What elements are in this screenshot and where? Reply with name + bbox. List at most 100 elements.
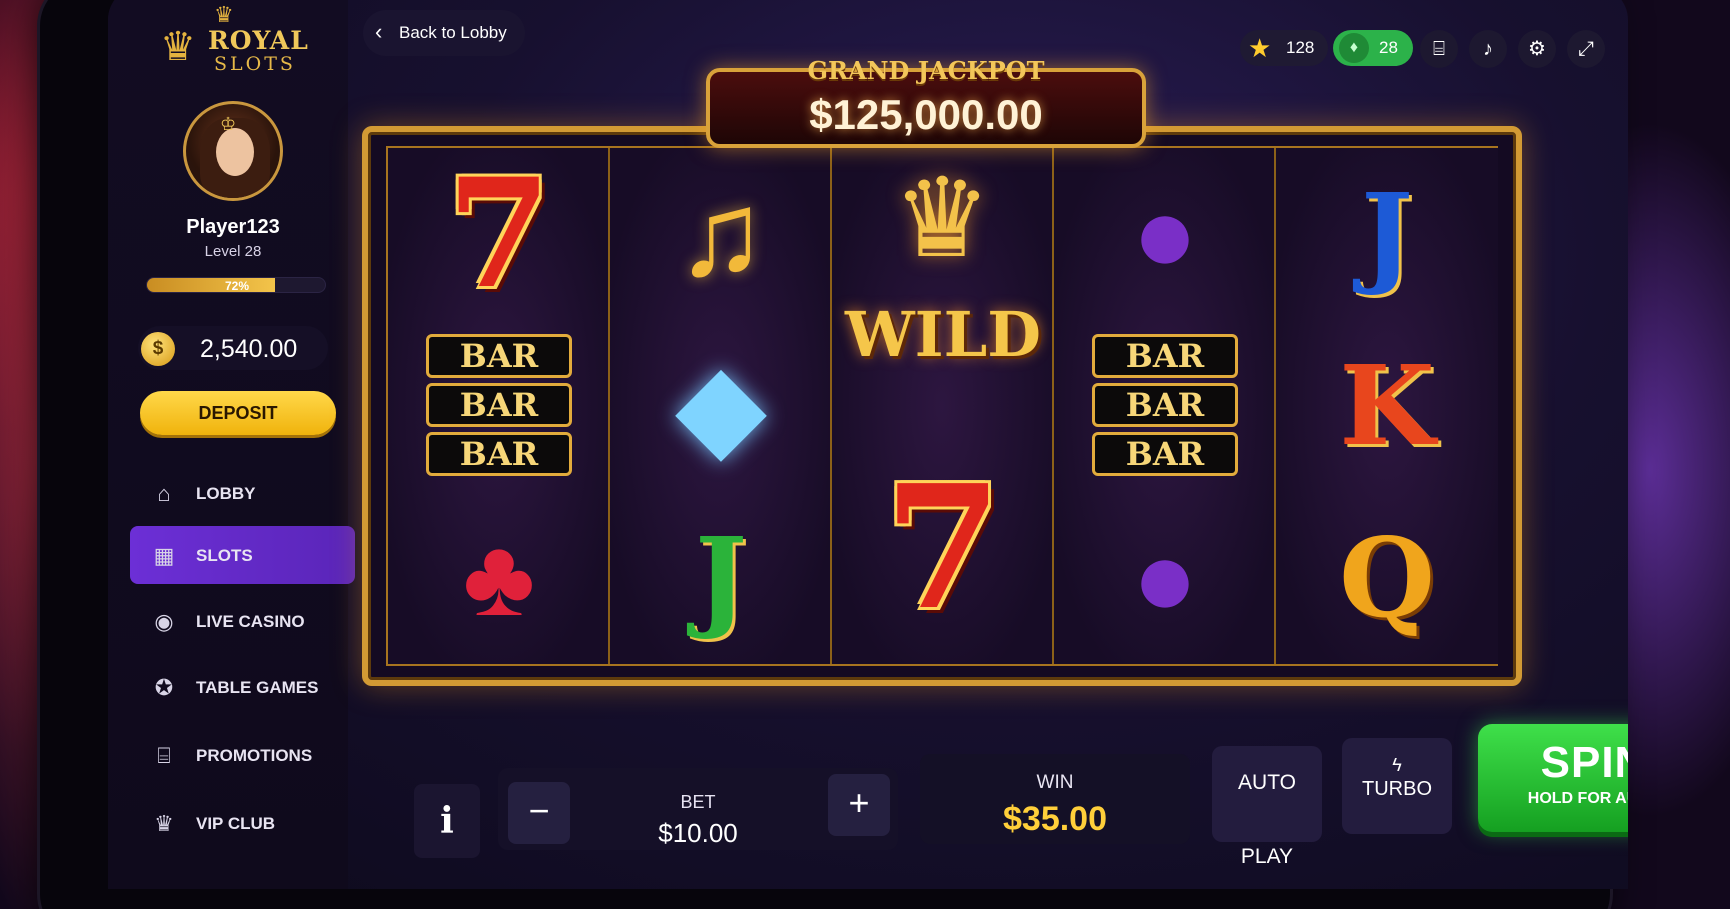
gift-button[interactable]: ⌸ — [1420, 30, 1458, 68]
nav-label: TABLE GAMES — [196, 678, 319, 697]
nav-item-slots[interactable]: ▦ SLOTS — [130, 526, 355, 584]
stars-counter[interactable]: ★ 128 — [1240, 30, 1328, 66]
bet-value: $10.00 — [658, 818, 738, 848]
wild-symbol: ♛ WILD — [832, 148, 1054, 398]
win-display: WIN $35.00 — [920, 754, 1190, 844]
bar-stack: BAR BAR BAR — [1092, 334, 1238, 481]
turbo-button[interactable]: ϟ TURBO — [1342, 738, 1452, 834]
star-icon: ★ — [1248, 33, 1272, 63]
turbo-label: TURBO — [1362, 778, 1432, 800]
nav-item-promotions[interactable]: ⌸ PROMOTIONS — [130, 726, 355, 784]
nav-label: LIVE CASINO — [196, 612, 305, 631]
wild-text: WILD — [845, 298, 1041, 371]
bet-control: − BET $10.00 + — [498, 768, 898, 850]
player-level: Level 28 — [204, 243, 262, 260]
tablet-frame: ♛ ♛ ROYAL SLOTS ♔ Player123 Level 28 72% — [40, 0, 1628, 909]
lightning-icon: ϟ — [1392, 755, 1402, 775]
j-symbol: J — [1360, 169, 1414, 298]
reel-grid: 7 BAR BAR BAR ♣ ♫ ◆ J ♛ WILD 7 ● BAR BAR… — [386, 146, 1498, 666]
avatar-face — [216, 128, 254, 176]
bar-block: BAR — [426, 383, 572, 427]
auto-play-button[interactable]: AUTO PLAY — [1212, 746, 1322, 868]
notifications-button[interactable]: ♪ — [1469, 30, 1507, 68]
j-symbol: J — [694, 513, 748, 642]
nav-label: SLOTS — [196, 546, 253, 565]
logo-crown-icon: ♛ — [160, 25, 196, 69]
gear-icon: ⚙ — [1528, 38, 1546, 60]
tiara-icon: ♔ — [220, 114, 237, 134]
xp-progress-label: 72% — [224, 279, 250, 293]
bar-block: BAR — [1092, 383, 1238, 427]
bar-block: BAR — [426, 432, 572, 476]
spin-hint: HOLD FOR AUTO — [1527, 790, 1628, 807]
increase-bet-button[interactable]: + — [828, 774, 890, 836]
bar-symbol: BAR BAR BAR — [1054, 320, 1276, 492]
gift-icon: ⌸ — [157, 743, 171, 768]
gems-value: 28 — [1379, 38, 1398, 57]
back-label: Back to Lobby — [399, 23, 507, 42]
cherry-icon: ♣ — [462, 516, 536, 639]
bell-icon: ♪ — [1483, 38, 1493, 60]
back-to-lobby-button[interactable]: ‹ Back to Lobby — [363, 10, 525, 56]
jackpot-amount: $125,000.00 — [809, 91, 1043, 138]
spin-label: SPIN — [1540, 738, 1628, 787]
bell-icon: ♫ — [676, 167, 766, 301]
chip-icon: ✪ — [154, 675, 174, 700]
gem-icon: ♦ — [1339, 33, 1369, 63]
nav-item-table-games[interactable]: ✪ TABLE GAMES — [130, 658, 355, 716]
nav-item-vip-club[interactable]: ♛ VIP CLUB — [130, 794, 355, 852]
seven-symbol: 7 — [446, 146, 552, 322]
stars-value: 128 — [1286, 38, 1315, 57]
coin-balance: $ 2,540.00 — [138, 326, 328, 370]
auto-play-line1: AUTO — [1238, 771, 1296, 794]
plum-icon: ● — [1131, 172, 1199, 295]
bar-block: BAR — [426, 334, 572, 378]
reel-3: ♛ WILD 7 — [832, 148, 1054, 664]
chevron-left-icon: ‹ — [375, 19, 383, 44]
crown-icon: ♛ — [892, 157, 992, 280]
jackpot-title: GRAND JACKPOT — [807, 56, 1045, 85]
fullscreen-icon: ⤢ — [1578, 38, 1594, 60]
coin-icon: $ — [141, 332, 175, 366]
k-symbol: K — [1339, 341, 1435, 470]
live-casino-icon: ◉ — [154, 609, 174, 634]
decrease-bet-button[interactable]: − — [508, 782, 570, 844]
home-icon: ⌂ — [157, 481, 171, 506]
nav-item-lobby[interactable]: ⌂ LOBBY — [130, 464, 355, 522]
avatar[interactable]: ♔ — [183, 101, 283, 201]
crown-icon: ♛ — [154, 811, 174, 836]
nav-label: PROMOTIONS — [196, 746, 313, 765]
bar-symbol: BAR BAR BAR — [388, 320, 610, 492]
diamond-icon: ◆ — [674, 339, 768, 473]
deposit-button[interactable]: DEPOSIT — [140, 391, 336, 435]
win-value: $35.00 — [1003, 800, 1107, 838]
nav-item-live-casino[interactable]: ◉ LIVE CASINO — [130, 592, 355, 650]
reel-frame: 7 BAR BAR BAR ♣ ♫ ◆ J ♛ WILD 7 ● BAR BAR… — [362, 126, 1522, 686]
fullscreen-button[interactable]: ⤢ — [1567, 30, 1605, 68]
reel-4: ● BAR BAR BAR ● — [1054, 148, 1276, 664]
background: ♛ ♛ ROYAL SLOTS ♔ Player123 Level 28 72% — [0, 0, 1730, 909]
sidebar: ♛ ♛ ROYAL SLOTS ♔ Player123 Level 28 72% — [108, 0, 355, 889]
bar-block: BAR — [1092, 334, 1238, 378]
bar-block: BAR — [1092, 432, 1238, 476]
logo-line1: ROYAL — [208, 26, 309, 55]
settings-button[interactable]: ⚙ — [1518, 30, 1556, 68]
gift-icon: ⌸ — [1433, 38, 1445, 60]
gems-counter[interactable]: ♦ 28 — [1333, 30, 1413, 66]
xp-progress-bar: 72% — [146, 277, 326, 293]
bet-label: BET — [680, 792, 716, 812]
reel-1: 7 BAR BAR BAR ♣ — [388, 148, 610, 664]
logo[interactable]: ♛ ♛ ROYAL SLOTS — [160, 2, 310, 75]
slots-icon: ▦ — [153, 543, 175, 568]
reel-5: J K Q — [1276, 148, 1498, 664]
reel-2: ♫ ◆ J — [610, 148, 832, 664]
balance-value: 2,540.00 — [200, 335, 298, 363]
info-button[interactable]: i — [414, 784, 480, 858]
spin-button[interactable]: SPIN HOLD FOR AUTO — [1478, 724, 1628, 832]
nav-label: VIP CLUB — [196, 814, 276, 833]
grand-jackpot: GRAND JACKPOT $125,000.00 — [706, 56, 1146, 156]
plum-icon: ● — [1131, 516, 1199, 639]
seven-symbol: 7 — [883, 448, 1003, 648]
q-symbol: Q — [1339, 513, 1435, 642]
logo-line2: SLOTS — [214, 53, 296, 75]
